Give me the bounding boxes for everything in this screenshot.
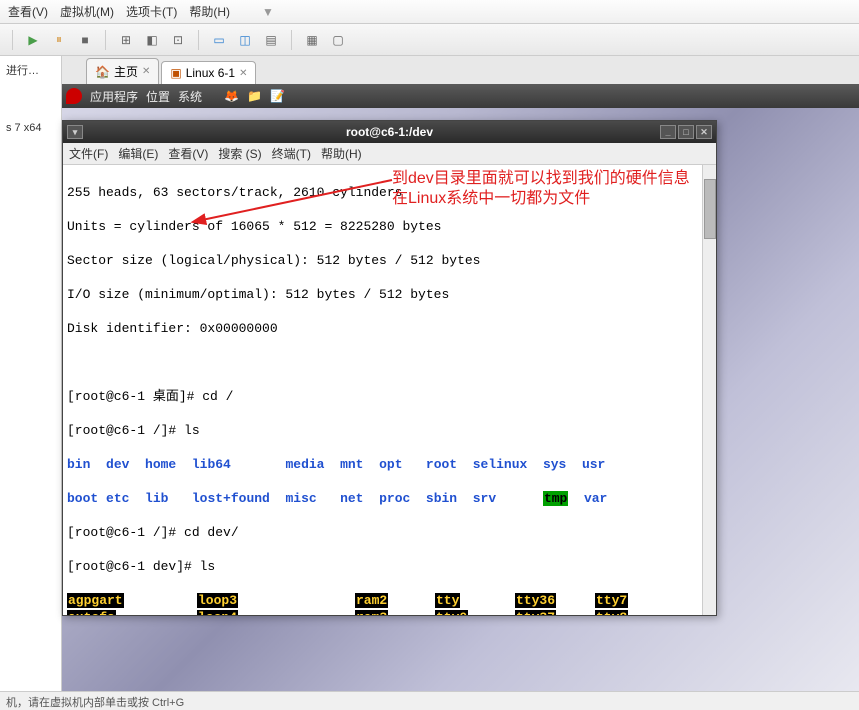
sidebar-item-1[interactable]: 进行… bbox=[4, 60, 57, 80]
play-icon[interactable]: ▶ bbox=[23, 30, 43, 50]
tab-bar: 🏠 主页 ✕ ▣ Linux 6-1 ✕ bbox=[62, 56, 859, 84]
tab-linux-label: Linux 6-1 bbox=[186, 66, 235, 80]
stop-icon[interactable]: ■ bbox=[75, 30, 95, 50]
tool-icon-1[interactable]: ⊞ bbox=[116, 30, 136, 50]
term-line: [root@c6-1 dev]# ls bbox=[67, 558, 712, 575]
term-menu-icon[interactable]: ▾ bbox=[67, 125, 83, 139]
term-menu-edit[interactable]: 编辑(E) bbox=[118, 145, 158, 162]
terminal-title: root@c6-1:/dev bbox=[346, 125, 433, 139]
minimize-icon[interactable]: _ bbox=[660, 125, 676, 139]
pause-icon[interactable]: ⏸ bbox=[49, 30, 69, 50]
sidebar-item-2[interactable]: s 7 x64 bbox=[4, 120, 57, 136]
gnome-panel: 应用程序 位置 系统 🦊 📁 📝 bbox=[62, 84, 859, 108]
term-menu-file[interactable]: 文件(F) bbox=[69, 145, 108, 162]
note-icon[interactable]: 📝 bbox=[270, 89, 285, 103]
close-icon[interactable]: ✕ bbox=[142, 66, 150, 77]
term-line: [root@c6-1 /]# ls bbox=[67, 422, 712, 439]
menu-help[interactable]: 帮助(H) bbox=[189, 3, 230, 20]
home-icon: 🏠 bbox=[95, 65, 110, 79]
tab-linux[interactable]: ▣ Linux 6-1 ✕ bbox=[161, 61, 256, 84]
gnome-system[interactable]: 系统 bbox=[178, 88, 202, 105]
term-line: Sector size (logical/physical): 512 byte… bbox=[67, 252, 712, 269]
status-bar: 机，请在虚拟机内部单击或按 Ctrl+G bbox=[0, 691, 859, 709]
gnome-apps[interactable]: 应用程序 bbox=[90, 88, 138, 105]
term-line: Units = cylinders of 16065 * 512 = 82252… bbox=[67, 218, 712, 235]
terminal-window: ▾ root@c6-1:/dev _ □ ✕ 文件(F) 编辑(E) 查看(V)… bbox=[62, 120, 717, 616]
menu-tabs[interactable]: 选项卡(T) bbox=[126, 3, 177, 20]
gnome-places[interactable]: 位置 bbox=[146, 88, 170, 105]
tool-icon-4[interactable]: ▤ bbox=[261, 30, 281, 50]
term-line: Disk identifier: 0x00000000 bbox=[67, 320, 712, 337]
scrollbar[interactable] bbox=[702, 165, 716, 615]
tool-icon-2[interactable]: ◧ bbox=[142, 30, 162, 50]
term-line: 255 heads, 63 sectors/track, 2610 cylind… bbox=[67, 184, 712, 201]
term-line: [root@c6-1 /]# cd dev/ bbox=[67, 524, 712, 541]
tool-icon-3[interactable]: ⊡ bbox=[168, 30, 188, 50]
terminal-titlebar[interactable]: ▾ root@c6-1:/dev _ □ ✕ bbox=[63, 121, 716, 143]
sidebar: 进行… s 7 x64 bbox=[0, 56, 62, 691]
term-line: bin dev home lib64 media mnt opt root se… bbox=[67, 456, 712, 473]
tool-icon-5[interactable]: ▦ bbox=[302, 30, 322, 50]
term-menu-view[interactable]: 查看(V) bbox=[168, 145, 208, 162]
close-icon[interactable]: ✕ bbox=[696, 125, 712, 139]
scrollbar-thumb[interactable] bbox=[704, 179, 716, 239]
terminal-output[interactable]: 255 heads, 63 sectors/track, 2610 cylind… bbox=[63, 165, 716, 615]
term-menu-terminal[interactable]: 终端(T) bbox=[272, 145, 311, 162]
app-toolbar: ▶ ⏸ ■ ⊞ ◧ ⊡ ▭ ◫ ▤ ▦ ▢ bbox=[0, 24, 859, 56]
menu-view[interactable]: 查看(V) bbox=[8, 3, 48, 20]
vm-icon: ▣ bbox=[170, 66, 181, 80]
term-menu-help[interactable]: 帮助(H) bbox=[321, 145, 362, 162]
firefox-icon[interactable]: 🦊 bbox=[224, 89, 239, 103]
tab-home-label: 主页 bbox=[114, 63, 138, 80]
vm-desktop[interactable]: 应用程序 位置 系统 🦊 📁 📝 ▾ root@c6-1:/dev _ □ bbox=[62, 84, 859, 691]
menu-vm[interactable]: 虚拟机(M) bbox=[60, 3, 114, 20]
maximize-icon[interactable]: □ bbox=[678, 125, 694, 139]
tab-home[interactable]: 🏠 主页 ✕ bbox=[86, 58, 159, 84]
terminal-menubar: 文件(F) 编辑(E) 查看(V) 搜索 (S) 终端(T) 帮助(H) bbox=[63, 143, 716, 165]
app-menubar: 查看(V) 虚拟机(M) 选项卡(T) 帮助(H) ▼ bbox=[0, 0, 859, 24]
term-line: [root@c6-1 桌面]# cd / bbox=[67, 388, 712, 405]
tool-icon-6[interactable]: ▢ bbox=[328, 30, 348, 50]
close-icon[interactable]: ✕ bbox=[239, 68, 247, 79]
folder-icon[interactable]: 📁 bbox=[247, 89, 262, 103]
term-line: I/O size (minimum/optimal): 512 bytes / … bbox=[67, 286, 712, 303]
redhat-icon[interactable] bbox=[66, 88, 82, 104]
fullscreen-icon[interactable]: ▭ bbox=[209, 30, 229, 50]
term-line: boot etc lib lost+found misc net proc sb… bbox=[67, 490, 712, 507]
term-menu-search[interactable]: 搜索 (S) bbox=[218, 145, 261, 162]
unity-icon[interactable]: ◫ bbox=[235, 30, 255, 50]
